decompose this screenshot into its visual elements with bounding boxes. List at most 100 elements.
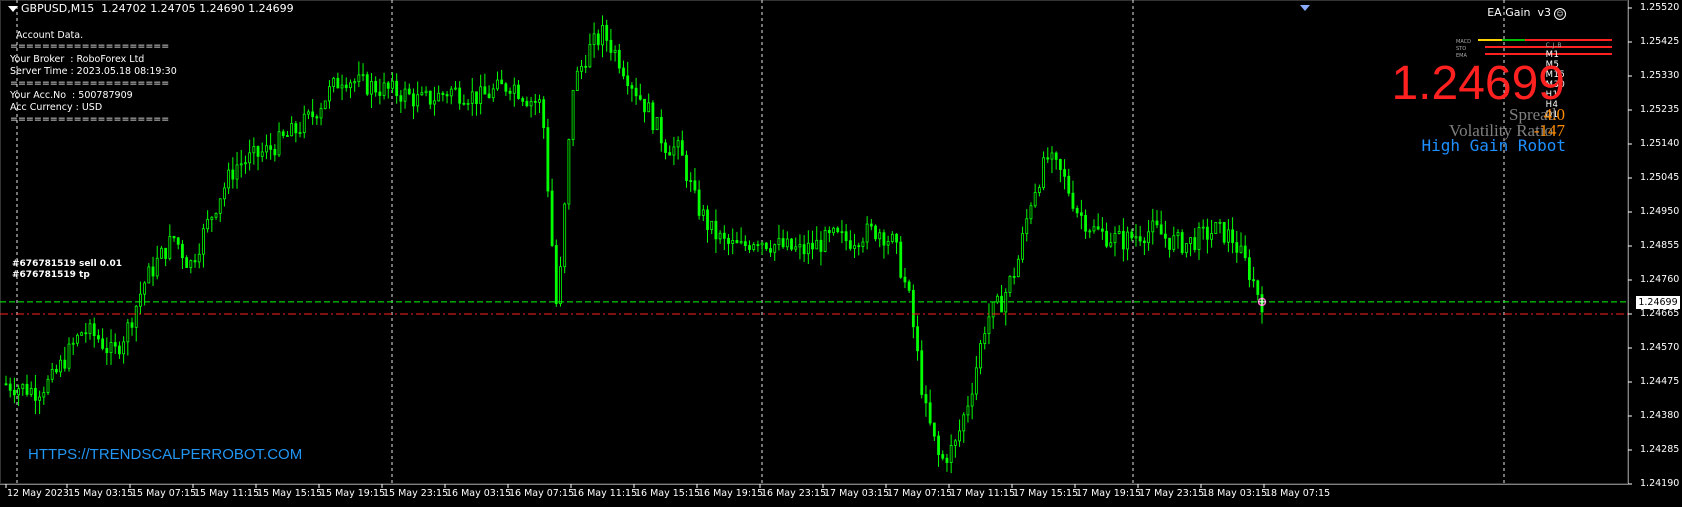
candle-body: [1063, 169, 1066, 177]
price-axis-label: 1.24570: [1640, 342, 1680, 353]
candle-body: [168, 236, 172, 259]
candle-body: [1163, 233, 1167, 239]
candle-body: [130, 322, 134, 328]
candle-body: [151, 266, 155, 277]
candle-body: [1088, 230, 1092, 233]
candle-body: [449, 88, 453, 97]
symbol-header: GBPUSD,M15 1.24702 1.24705 1.24690 1.246…: [8, 2, 294, 15]
candle-body: [437, 92, 441, 102]
candle-body: [1243, 245, 1247, 259]
candle-body: [1037, 187, 1041, 193]
collapse-triangle-icon[interactable]: [8, 6, 18, 12]
candle-body: [924, 394, 928, 404]
chart-shift-triangle-icon: [1300, 5, 1310, 11]
time-axis-label: 12 May 2023: [7, 488, 69, 499]
candle-body: [752, 244, 756, 250]
candle-body: [874, 225, 877, 240]
candle-body: [273, 148, 277, 156]
candle-body: [634, 87, 638, 97]
candle-body: [202, 228, 205, 255]
candle-body: [508, 90, 512, 94]
candle-body: [4, 383, 8, 386]
candle-body: [462, 102, 466, 105]
candle-body: [63, 359, 67, 369]
candle-body: [559, 266, 562, 305]
candle-body: [895, 233, 898, 243]
candle-body: [609, 39, 613, 53]
candle-body: [1092, 226, 1096, 232]
candle-body: [80, 332, 84, 336]
time-axis-label: 18 May 03:15: [1202, 488, 1268, 499]
candle-body: [416, 94, 420, 107]
candle-body: [382, 82, 386, 96]
candle-body: [1180, 232, 1184, 254]
candle-body: [315, 116, 319, 119]
symbol-header-text: GBPUSD,M15 1.24702 1.24705 1.24690 1.246…: [21, 2, 294, 15]
candle-body: [281, 131, 285, 136]
time-axis-label: 17 May 07:15: [887, 488, 953, 499]
candle-body: [949, 445, 953, 463]
candle-body: [122, 341, 126, 355]
candle-body: [336, 77, 340, 89]
candle-body: [1256, 280, 1260, 295]
candle-body: [210, 216, 214, 220]
account-line-5: Your Acc.No : 500787909: [10, 90, 133, 101]
candle-body: [517, 84, 520, 99]
row-label-macd: MACD: [1456, 39, 1471, 45]
candle-body: [441, 92, 445, 95]
candle-body: [575, 70, 579, 91]
candle-body: [109, 342, 113, 354]
candle-body: [361, 74, 365, 77]
time-axis-label: 16 May 07:15: [509, 488, 575, 499]
candle-body: [403, 88, 407, 102]
candle-body: [1100, 228, 1104, 232]
candle-body: [546, 127, 550, 192]
candle-body: [407, 88, 411, 95]
candle-body: [911, 289, 915, 328]
candle-body: [454, 87, 457, 90]
candle-body: [878, 232, 882, 240]
candle-body: [433, 100, 436, 105]
candle-body: [1121, 230, 1125, 250]
ea-name-label[interactable]: EA Gain v3 ☺: [1487, 6, 1566, 20]
price-axis-label: 1.24665: [1640, 308, 1680, 319]
time-axis-label: 15 May 15:15: [257, 488, 323, 499]
candle-body: [353, 81, 357, 84]
candle-body: [1016, 258, 1020, 278]
candle-body: [256, 146, 260, 157]
order-sell-label[interactable]: #676781519 sell 0.01: [12, 259, 122, 269]
order-tp-label[interactable]: #676781519 tp: [12, 270, 90, 280]
candle-body: [197, 253, 201, 263]
candle-body: [962, 414, 966, 432]
account-line-2: Your Broker : RoboForex Ltd: [10, 54, 145, 65]
time-axis-label: 16 May 15:15: [635, 488, 701, 499]
price-axis-label: 1.25425: [1640, 36, 1680, 47]
candle-body: [395, 80, 399, 97]
candle-body: [370, 81, 373, 95]
candle-body: [307, 111, 310, 115]
candle-body: [269, 145, 273, 150]
candle-body: [727, 237, 730, 244]
candle-body: [794, 246, 798, 250]
candle-body: [676, 140, 680, 148]
candle-body: [231, 169, 235, 180]
candle-body: [1168, 237, 1171, 250]
candle-body: [223, 187, 226, 200]
candle-body: [542, 99, 546, 129]
candle-body: [630, 85, 634, 89]
candle-body: [1151, 220, 1155, 233]
candle-body: [1004, 292, 1008, 313]
candle-body: [596, 33, 600, 46]
price-axis-label: 1.24380: [1640, 410, 1680, 421]
candle-body: [483, 86, 487, 95]
candle-body: [718, 232, 722, 240]
candle-body: [21, 383, 25, 390]
time-axis-label: 17 May 23:15: [1139, 488, 1205, 499]
candle-body: [34, 387, 37, 401]
time-axis-label: 16 May 23:15: [761, 488, 827, 499]
price-axis-label: 1.24190: [1640, 478, 1680, 489]
candle-body: [1046, 157, 1050, 160]
candle-body: [995, 295, 999, 303]
candle-body: [1231, 229, 1234, 243]
candle-body: [176, 237, 180, 245]
